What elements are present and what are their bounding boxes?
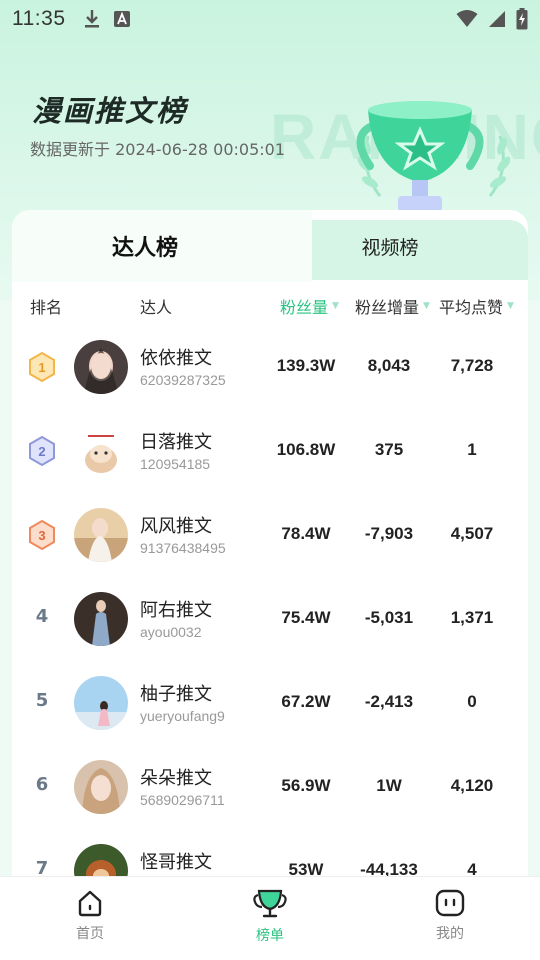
tab-video-ranking[interactable]: 视频榜 xyxy=(330,226,450,266)
average-likes: 1 xyxy=(467,440,477,459)
silver-medal-icon: 2 xyxy=(29,436,55,466)
status-time: 11:35 xyxy=(12,7,66,30)
sort-caret-icon: ▼ xyxy=(507,301,514,311)
user-id: ayou0032 xyxy=(140,624,202,640)
table-header: 排名 达人 粉丝量 ▼ 粉丝增量 ▼ 平均点赞 ▼ xyxy=(12,284,528,324)
fans-count: 56.9W xyxy=(281,776,331,795)
header-user: 达人 xyxy=(140,298,173,317)
user-name: 阿右推文 xyxy=(140,600,212,621)
sort-by-fans[interactable]: 粉丝量 ▼ xyxy=(280,294,339,318)
table-row[interactable]: 3 风风推文 91376438495 78.4W -7,903 4,507 xyxy=(12,492,528,576)
bottom-navigation: 首页 榜单 我的 xyxy=(0,876,540,960)
download-icon xyxy=(84,10,99,28)
bronze-medal-icon: 3 xyxy=(29,520,55,550)
user-id: 120954185 xyxy=(140,456,211,472)
sort-caret-icon: ▼ xyxy=(332,301,339,311)
table-row[interactable]: 1 依依推文 62039287325 139.3W 8,043 7,728 xyxy=(12,324,528,408)
nav-mine-label: 我的 xyxy=(436,926,464,942)
avatar[interactable] xyxy=(74,424,128,478)
user-id: 56890296711 xyxy=(140,792,225,808)
signal-icon xyxy=(489,11,505,27)
sort-caret-icon: ▼ xyxy=(423,301,430,311)
trophy-icon xyxy=(253,889,287,918)
table-row[interactable]: 2 日落推文 120954185 106.8W 375 1 xyxy=(12,408,528,492)
status-bar: 11:35 xyxy=(0,0,540,38)
profile-icon xyxy=(435,889,465,917)
table-row[interactable]: 5 柚子推文 yueryoufang9 67.2W -2,413 0 xyxy=(12,660,528,744)
sort-by-growth[interactable]: 粉丝增量 ▼ xyxy=(355,294,430,318)
user-name: 风风推文 xyxy=(140,516,212,537)
average-likes: 4,507 xyxy=(450,524,494,543)
gold-medal-icon: 1 xyxy=(29,352,55,382)
avatar[interactable] xyxy=(74,508,128,562)
user-name: 怪哥推文 xyxy=(140,852,212,873)
fans-growth: -5,031 xyxy=(364,608,414,627)
app-notification-icon xyxy=(113,11,130,27)
sort-by-likes[interactable]: 平均点赞 ▼ xyxy=(439,294,514,318)
battery-icon xyxy=(516,8,528,30)
user-name: 依依推文 xyxy=(140,348,212,369)
user-id: yueryoufang9 xyxy=(140,708,225,724)
fans-growth: 8,043 xyxy=(367,356,411,375)
svg-text:1: 1 xyxy=(38,360,45,375)
average-likes: 0 xyxy=(467,692,477,711)
nav-home-label: 首页 xyxy=(76,926,104,942)
nav-mine[interactable]: 我的 xyxy=(405,889,495,943)
average-likes: 7,728 xyxy=(450,356,494,375)
user-name: 日落推文 xyxy=(140,432,212,453)
rank-number: 5 xyxy=(35,690,49,711)
fans-growth: 375 xyxy=(374,440,404,459)
fans-count: 67.2W xyxy=(281,692,331,711)
table-row[interactable]: 4 阿右推文 ayou0032 75.4W -5,031 1,371 xyxy=(12,576,528,660)
fans-count: 78.4W xyxy=(281,524,331,543)
avatar[interactable] xyxy=(74,340,128,394)
fans-growth: -7,903 xyxy=(364,524,414,543)
user-id: 62039287325 xyxy=(140,372,226,388)
fans-count: 139.3W xyxy=(276,356,336,375)
average-likes: 4,120 xyxy=(450,776,494,795)
rank-number: 4 xyxy=(35,606,49,627)
nav-ranking-label: 榜单 xyxy=(256,928,284,944)
user-name: 朵朵推文 xyxy=(140,768,212,789)
user-id: 91376438495 xyxy=(140,540,226,556)
fans-count: 75.4W xyxy=(281,608,331,627)
table-row[interactable]: 6 朵朵推文 56890296711 56.9W 1W 4,120 xyxy=(12,744,528,828)
fans-count: 106.8W xyxy=(276,440,336,459)
user-name: 柚子推文 xyxy=(140,684,212,705)
svg-text:2: 2 xyxy=(38,444,45,459)
header-rank: 排名 xyxy=(30,298,63,317)
fans-growth: -2,413 xyxy=(364,692,414,711)
page-title: 漫画推文榜 xyxy=(32,94,188,128)
nav-home[interactable]: 首页 xyxy=(45,889,135,943)
update-timestamp: 数据更新于 2024-06-28 00:05:01 xyxy=(30,140,286,159)
trophy-illustration xyxy=(356,101,510,212)
avatar[interactable] xyxy=(74,592,128,646)
nav-ranking[interactable]: 榜单 xyxy=(225,889,315,945)
avatar[interactable] xyxy=(74,760,128,814)
svg-text:3: 3 xyxy=(38,528,45,543)
home-icon xyxy=(78,890,102,917)
fans-growth: 1W xyxy=(376,776,402,795)
tab-talent-ranking[interactable]: 达人榜 xyxy=(80,226,210,266)
avatar[interactable] xyxy=(74,676,128,730)
average-likes: 1,371 xyxy=(450,608,494,627)
rank-number: 6 xyxy=(35,774,49,795)
wifi-icon xyxy=(456,10,478,27)
